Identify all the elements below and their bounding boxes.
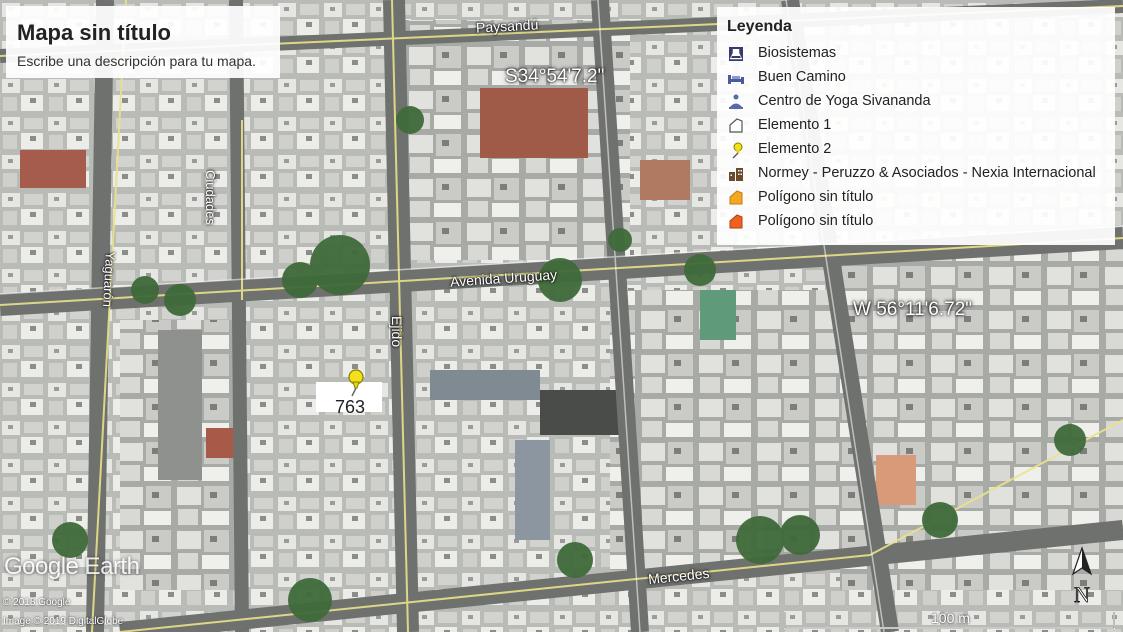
- latitude-label: S34°54'7.2": [505, 66, 605, 87]
- legend-item-poligono-1[interactable]: Polígono sin título: [727, 187, 1112, 209]
- street-label-ciudades: Ciudades: [203, 170, 218, 225]
- legend-label: Elemento 1: [758, 117, 832, 133]
- legend-panel: Leyenda Biosistemas Buen Camino Centro d…: [717, 7, 1115, 245]
- street-label-yaguaron: Yaguarón: [100, 251, 118, 308]
- legend-label: Normey - Peruzzo & Asociados - Nexia Int…: [758, 165, 1096, 181]
- placemark-label: 763: [335, 397, 366, 417]
- flask-icon: [729, 47, 743, 61]
- legend-label: Centro de Yoga Sivananda: [758, 93, 931, 109]
- building-icon: [729, 168, 743, 181]
- scale-label: 100 m: [931, 610, 970, 626]
- legend-item-biosistemas[interactable]: Biosistemas: [727, 43, 1112, 65]
- pushpin-icon: [732, 142, 743, 159]
- legend-label: Biosistemas: [758, 45, 837, 61]
- pushpin-icon[interactable]: [343, 368, 369, 398]
- yoga-icon: [729, 94, 743, 109]
- bed-icon: [728, 75, 744, 84]
- north-label: N: [1074, 582, 1090, 606]
- polygon-outline-icon: [729, 118, 743, 133]
- legend-item-elemento-2[interactable]: Elemento 2: [727, 139, 1112, 161]
- legend-item-poligono-2[interactable]: Polígono sin título: [727, 211, 1112, 233]
- legend-item-elemento-1[interactable]: Elemento 1: [727, 115, 1112, 137]
- polygon-red-orange-icon: [729, 214, 743, 229]
- copyright-google: © 2018 Google: [3, 597, 71, 608]
- legend-label: Elemento 2: [758, 141, 832, 157]
- street-label-paysandu: Paysandú: [475, 16, 539, 36]
- polygon-orange-icon: [729, 190, 743, 205]
- north-arrow-icon[interactable]: N: [1069, 546, 1095, 606]
- legend-item-buen-camino[interactable]: Buen Camino: [727, 67, 1112, 89]
- legend-label: Buen Camino: [758, 69, 846, 85]
- map-description[interactable]: Escribe una descripción para tu mapa.: [17, 53, 256, 69]
- legend-item-yoga[interactable]: Centro de Yoga Sivananda: [727, 91, 1112, 113]
- street-label-ejido: Ejido: [389, 316, 405, 348]
- legend-label: Polígono sin título: [758, 189, 874, 205]
- legend-label: Polígono sin título: [758, 213, 874, 229]
- legend-title: Leyenda: [727, 18, 792, 35]
- map-title[interactable]: Mapa sin título: [17, 20, 171, 46]
- map-title-panel[interactable]: Mapa sin título Escribe una descripción …: [6, 6, 280, 78]
- legend-item-normey[interactable]: Normey - Peruzzo & Asociados - Nexia Int…: [727, 163, 1112, 185]
- google-earth-watermark: Google Earth: [4, 553, 140, 580]
- copyright-imagery: Image © 2019 DigitalGlobe: [3, 616, 124, 627]
- longitude-label: W 56°11'6.72": [853, 299, 973, 320]
